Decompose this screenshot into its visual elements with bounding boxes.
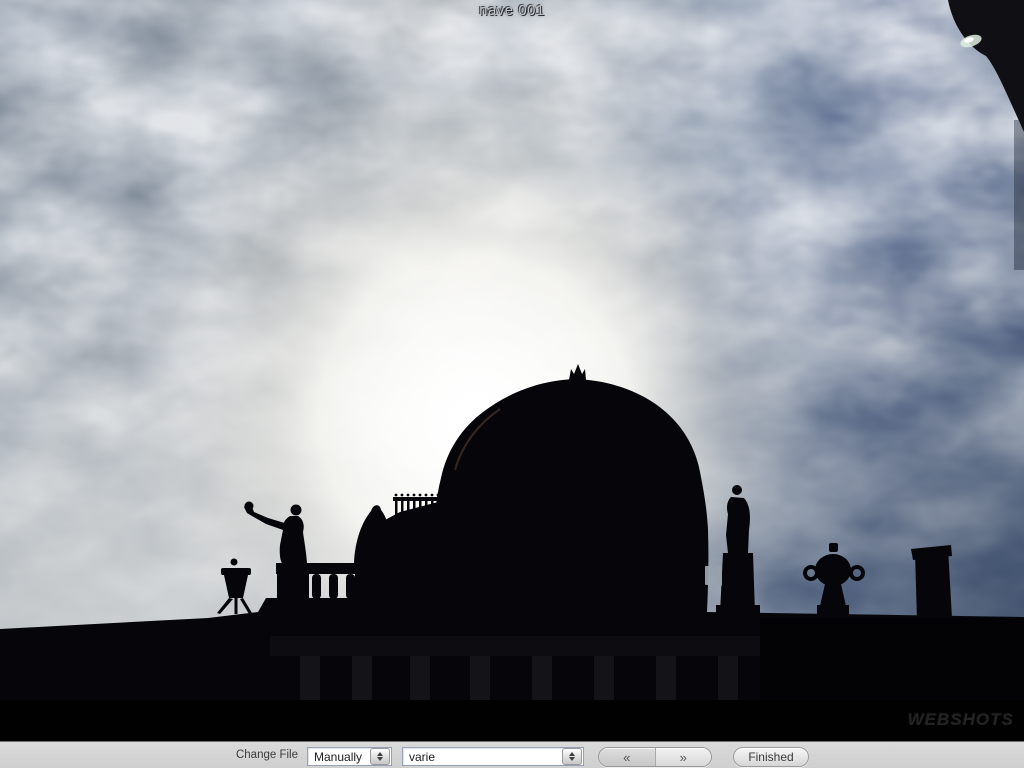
bottom-toolbar: Change File Manually varie « » Fini [0,741,1024,768]
balustrade-pier [277,563,309,613]
change-mode-value: Manually [308,750,370,764]
spinner-up-icon [569,752,575,756]
change-file-label: Change File [180,749,298,761]
chimney [911,545,952,620]
photo-scene [0,0,1024,741]
spinner-down-icon [377,757,383,761]
photo-viewer-window: nave 001 WEBSHOTS Change File Manually v… [0,0,1024,768]
category-value: varie [403,750,562,764]
finished-button[interactable]: Finished [733,747,809,767]
photo-title: nave 001 [0,2,1024,19]
change-mode-dropdown[interactable]: Manually [307,747,392,766]
finished-button-label: Finished [748,750,793,764]
nav-segmented-control: « » [598,747,712,767]
spinner-up-icon [377,752,383,756]
previous-button[interactable]: « [599,748,656,766]
spinner-down-icon [569,757,575,761]
next-button[interactable]: » [656,748,712,766]
previous-icon: « [623,750,630,765]
dropdown-stepper-icon[interactable] [370,748,390,765]
category-dropdown[interactable]: varie [402,747,584,766]
dropdown-stepper-icon[interactable] [562,748,582,765]
webshots-watermark: WEBSHOTS [908,710,1014,730]
photo-image: nave 001 WEBSHOTS [0,0,1024,741]
next-icon: » [680,750,687,765]
